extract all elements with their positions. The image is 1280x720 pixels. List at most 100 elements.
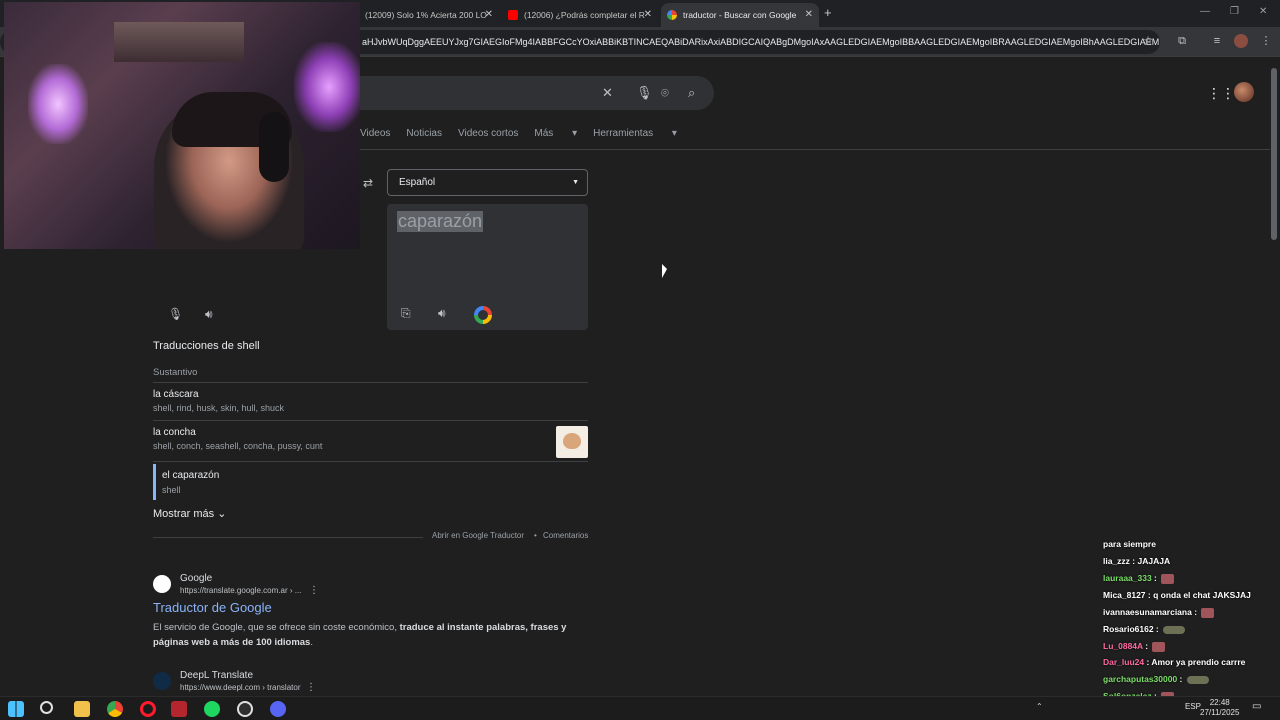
mouse-cursor — [662, 264, 667, 278]
translation-word[interactable]: la concha — [153, 427, 196, 438]
translation-word[interactable]: la cáscara — [153, 389, 199, 400]
chevron-up-icon[interactable]: ⌃ — [1036, 702, 1043, 711]
search-input[interactable]: ✕ 🎙︎ ⌾ ⌕ — [330, 76, 714, 110]
search-icon[interactable]: ⌕ — [688, 85, 695, 101]
chevron-down-icon: ⌄ — [217, 508, 227, 520]
spotify-icon[interactable] — [204, 701, 220, 717]
seashell-thumbnail[interactable] — [556, 426, 588, 458]
tab-news[interactable]: Noticias — [406, 128, 442, 139]
minimize-icon[interactable]: — — [1200, 6, 1210, 17]
clock-time: 22:48 — [1209, 698, 1230, 707]
chat-username: Rosario6162 — [1103, 624, 1154, 634]
voicemeeter-icon[interactable] — [171, 701, 187, 717]
chat-username: lia_zzz — [1103, 556, 1130, 566]
clear-search-icon[interactable]: ✕ — [602, 85, 613, 101]
opera-icon[interactable] — [140, 701, 156, 717]
translated-text[interactable]: caparazón — [397, 211, 484, 232]
divider — [153, 461, 588, 462]
tab-google-search[interactable]: traductor - Buscar con Google ✕ — [661, 3, 819, 27]
close-tab-icon[interactable]: ✕ — [485, 9, 493, 20]
tab-title: traductor - Buscar con Google — [683, 10, 797, 20]
purple-lamp — [294, 42, 360, 132]
result-url[interactable]: https://www.deepl.com › translator — [180, 683, 301, 692]
system-tray[interactable]: ⌃ ESP — [1036, 702, 1201, 711]
chat-separator: : — [1177, 674, 1185, 684]
google-logo-icon[interactable] — [474, 306, 492, 324]
restore-icon[interactable]: ❐ — [1230, 6, 1239, 17]
microphone-icon[interactable]: 🎙︎ — [168, 307, 183, 321]
tab-videos[interactable]: Videos — [360, 128, 390, 139]
translation-synonyms: shell — [162, 485, 181, 495]
translation-word-selected[interactable]: el caparazón — [162, 470, 219, 481]
profile-avatar-icon[interactable] — [1234, 34, 1248, 48]
voice-search-icon[interactable]: 🎙︎ — [636, 85, 653, 101]
shelf-decor — [114, 22, 244, 62]
result-menu-icon[interactable]: ⋮ — [309, 585, 319, 596]
chat-message: ivannaesunamarciana : — [1103, 607, 1215, 618]
part-of-speech: Sustantivo — [153, 367, 198, 378]
file-explorer-icon[interactable] — [74, 701, 90, 717]
bookmark-star-icon[interactable]: ☆ — [1141, 34, 1155, 48]
media-control-icon[interactable]: ≡ — [1210, 34, 1224, 48]
close-tab-icon[interactable]: ✕ — [644, 9, 652, 20]
chat-message: garchaputas30000 : — [1103, 674, 1209, 684]
result-snippet: El servicio de Google, que se ofrece sin… — [153, 620, 583, 650]
tab-title: (12009) Solo 1% Acierta 200 LO — [365, 10, 487, 20]
show-more-label: Mostrar más — [153, 508, 215, 520]
listen-translation-icon[interactable]: 🔊︎ — [438, 306, 446, 321]
chat-text: JAJAJA — [1137, 556, 1171, 566]
chat-message: Rosario6162 : — [1103, 624, 1186, 634]
chat-username: Lu_0884A — [1103, 641, 1143, 651]
search-icon[interactable] — [40, 701, 53, 714]
result-site-name[interactable]: DeepL Translate — [180, 670, 253, 681]
translation-synonyms: shell, conch, seashell, concha, pussy, c… — [153, 441, 323, 451]
tab-more[interactable]: Más ▾ — [534, 128, 577, 139]
result-menu-icon[interactable]: ⋮ — [306, 682, 316, 693]
lens-search-icon[interactable]: ⌾ — [661, 85, 669, 101]
chat-username: Dar_luu24 — [1103, 657, 1145, 667]
stream-chat-overlay: para siempre lia_zzz : JAJAJA lauraaa_333 … — [1100, 537, 1280, 720]
chat-text: Amor ya prendio carrre — [1151, 657, 1246, 667]
new-tab-icon[interactable]: + — [824, 5, 832, 20]
youtube-icon — [508, 10, 518, 20]
chat-separator: : — [1191, 607, 1200, 617]
chat-message: para siempre — [1103, 539, 1156, 549]
target-language-select[interactable]: Español ▼ — [387, 169, 588, 196]
tab-video-2[interactable]: (12006) ¿Podrás completar el R ✕ — [502, 3, 658, 27]
open-translator-link[interactable]: Abrir en Google Traductor — [432, 531, 524, 540]
chat-separator: : — [1129, 556, 1138, 566]
feedback-link[interactable]: Comentarios — [543, 531, 588, 540]
close-window-icon[interactable]: ✕ — [1259, 6, 1267, 17]
extensions-icon[interactable]: ⧉ — [1175, 34, 1189, 48]
obs-icon[interactable] — [237, 701, 253, 717]
chat-emote-icon — [1201, 607, 1215, 618]
language-indicator[interactable]: ESP — [1185, 702, 1201, 711]
copy-icon[interactable]: ⎘ — [401, 306, 411, 321]
chrome-icon[interactable] — [107, 701, 123, 717]
snippet-end: . — [310, 637, 313, 648]
divider — [153, 382, 588, 383]
google-favicon-icon — [153, 575, 171, 593]
show-more-button[interactable]: Mostrar más ⌄ — [153, 507, 226, 520]
page-scrollbar[interactable] — [1271, 68, 1277, 240]
tab-video-1[interactable]: (12009) Solo 1% Acierta 200 LO ✕ — [359, 3, 499, 27]
account-avatar[interactable] — [1234, 82, 1254, 102]
discord-icon[interactable] — [270, 701, 286, 717]
result-title-link[interactable]: Traductor de Google — [153, 600, 272, 615]
clock[interactable]: 22:48 27/11/2025 — [1200, 698, 1239, 718]
close-tab-icon[interactable]: ✕ — [805, 9, 813, 20]
tab-short-videos[interactable]: Videos cortos — [458, 128, 518, 139]
menu-kebab-icon[interactable]: ⋮ — [1259, 34, 1273, 48]
google-icon — [667, 10, 677, 20]
listen-source-icon[interactable]: 🔊︎ — [205, 307, 213, 322]
result-site-name[interactable]: Google — [180, 573, 212, 584]
notifications-icon[interactable]: ▭ — [1252, 701, 1261, 712]
swap-languages-icon[interactable]: ⇄ — [363, 176, 373, 190]
tools-button[interactable]: Herramientas ▾ — [593, 128, 677, 139]
tools-label: Herramientas — [593, 128, 654, 139]
chat-username: para siempre — [1103, 539, 1156, 549]
deepl-favicon-icon — [153, 672, 171, 690]
apps-grid-icon[interactable]: ⋮⋮ — [1207, 85, 1235, 102]
start-icon[interactable] — [8, 701, 24, 717]
result-url[interactable]: https://translate.google.com.ar › ... — [180, 586, 301, 595]
